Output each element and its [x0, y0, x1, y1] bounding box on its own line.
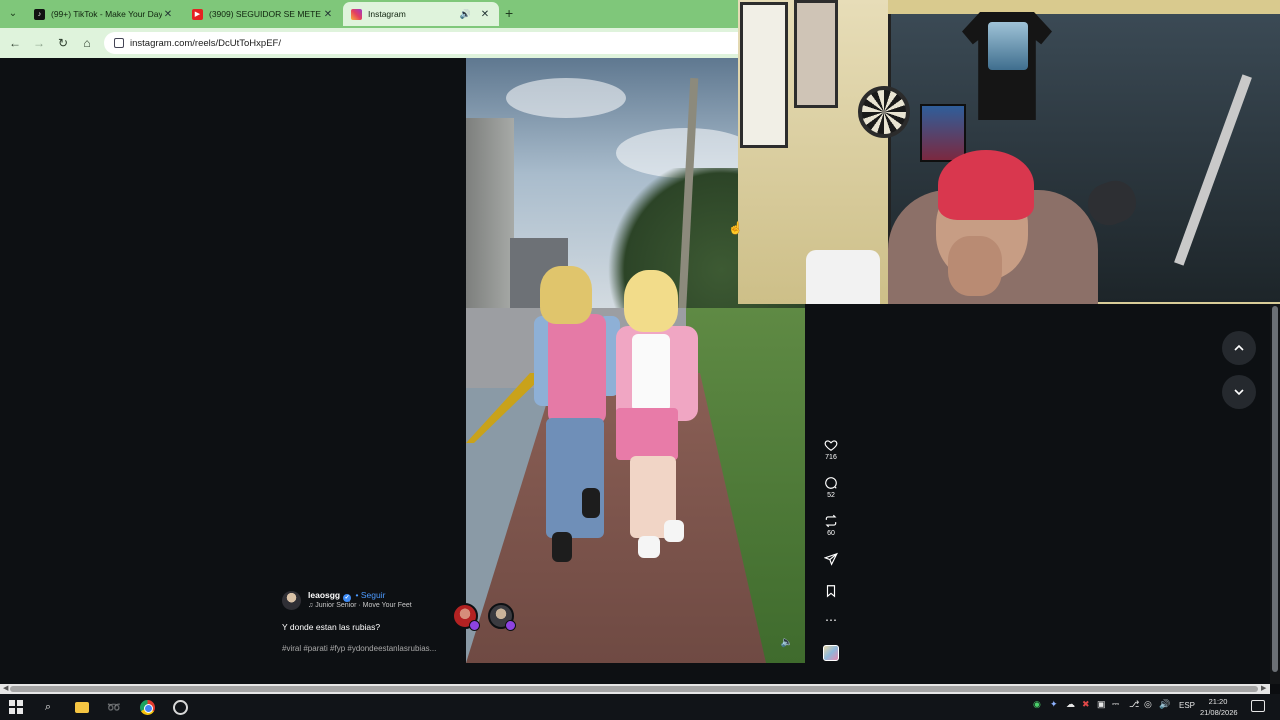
- webcam-overlay: [738, 0, 1280, 304]
- hashtags[interactable]: #viral #parati #fyp #ydondeestanlasrubia…: [282, 644, 436, 653]
- tab-youtube[interactable]: ▶ (3909) SEGUIDOR SE METE A LA ✕: [184, 2, 342, 26]
- comment-button[interactable]: 52: [816, 476, 846, 499]
- collab-badge-icon: [469, 620, 480, 631]
- collab-badge-icon: [505, 620, 516, 631]
- address-bar[interactable]: instagram.com/reels/DcUtToHxpEF/: [104, 32, 744, 54]
- reload-icon[interactable]: ↻: [55, 35, 71, 51]
- horizontal-scroll-thumb[interactable]: [10, 686, 1258, 692]
- tray-app-icon[interactable]: ✖: [1082, 699, 1090, 710]
- like-count: 716: [825, 454, 837, 461]
- mouse-cursor-icon: ☝: [728, 221, 743, 235]
- tab-title: Instagram: [368, 9, 406, 19]
- windows-icon: [9, 700, 23, 714]
- music-note-icon: ♫: [308, 602, 314, 609]
- comment-count: 52: [827, 492, 835, 499]
- red-cap: [938, 150, 1034, 220]
- previous-reel-button[interactable]: [1222, 331, 1256, 365]
- url-text: instagram.com/reels/DcUtToHxpEF/: [130, 37, 281, 49]
- comment-icon: [825, 477, 837, 489]
- audio-thumbnail[interactable]: [823, 645, 839, 661]
- clock-time: 21:20: [1208, 697, 1228, 706]
- tab-search-chevron-icon[interactable]: ⌄: [6, 7, 20, 21]
- tray-app-icon[interactable]: ◉: [1033, 699, 1041, 710]
- clock[interactable]: 21:20 21/08/2026: [1200, 696, 1238, 718]
- save-button[interactable]: [816, 584, 846, 598]
- volume-icon[interactable]: 🔊: [1159, 699, 1170, 710]
- framed-photo: [794, 0, 838, 108]
- vertical-scroll-thumb[interactable]: [1272, 306, 1278, 672]
- notification-icon[interactable]: [1251, 700, 1265, 712]
- close-tab-icon[interactable]: ✕: [162, 9, 174, 20]
- language-indicator[interactable]: ESP: [1179, 701, 1195, 710]
- tab-audio-icon[interactable]: 🔊: [460, 9, 471, 20]
- start-button[interactable]: [8, 699, 24, 715]
- obs-icon: [172, 699, 188, 715]
- tab-tiktok[interactable]: ♪ (99+) TikTok - Make Your Day ✕: [26, 2, 182, 26]
- browser-toolbar: ← → ↻ ⌂ instagram.com/reels/DcUtToHxpEF/: [0, 28, 744, 58]
- chevron-up-icon: [1234, 344, 1244, 351]
- next-reel-button[interactable]: [1222, 375, 1256, 409]
- dartboard: [858, 86, 910, 138]
- share-button[interactable]: [816, 552, 846, 566]
- chevron-down-icon: [1234, 389, 1244, 396]
- chrome-button[interactable]: [139, 699, 155, 715]
- audio-track[interactable]: Junior Senior · Move Your Feet: [315, 602, 412, 609]
- follow-button[interactable]: • Seguir: [356, 590, 386, 600]
- heart-icon: [824, 440, 838, 451]
- repost-button[interactable]: 60: [816, 514, 846, 537]
- search-icon[interactable]: ⌕: [40, 699, 56, 715]
- file-explorer-button[interactable]: [74, 699, 90, 715]
- close-tab-icon[interactable]: ✕: [479, 9, 491, 20]
- app-icon[interactable]: ➿: [106, 699, 122, 715]
- avatar[interactable]: [282, 591, 301, 610]
- scroll-right-icon[interactable]: ▶: [1261, 684, 1266, 694]
- scroll-left-icon[interactable]: ◀: [3, 684, 8, 694]
- network-icon[interactable]: ◎: [1144, 699, 1152, 710]
- send-icon: [824, 552, 838, 566]
- caption-text: Y donde estan las rubias?: [282, 622, 381, 632]
- microphone-icon[interactable]: ⎇: [1129, 699, 1139, 710]
- bookmark-icon: [826, 585, 836, 598]
- browser-tab-bar: ⌄ ♪ (99+) TikTok - Make Your Day ✕ ▶ (39…: [0, 0, 738, 28]
- more-options-icon[interactable]: ⋯: [816, 614, 846, 626]
- like-button[interactable]: 716: [816, 438, 846, 461]
- collaborator-avatars[interactable]: [452, 603, 522, 633]
- forward-icon[interactable]: →: [31, 35, 47, 51]
- tab-title: (3909) SEGUIDOR SE METE A LA: [209, 9, 322, 19]
- youtube-icon: ▶: [192, 8, 203, 20]
- tray-app-icon[interactable]: ☁: [1066, 699, 1075, 710]
- site-settings-icon[interactable]: [114, 38, 124, 48]
- back-icon[interactable]: ←: [7, 35, 23, 51]
- tiktok-icon: ♪: [34, 8, 45, 20]
- instagram-icon: [351, 8, 362, 20]
- chrome-icon: [139, 699, 155, 715]
- repost-count: 60: [827, 530, 835, 537]
- poster: [920, 104, 966, 162]
- verified-badge-icon: ✓: [343, 594, 352, 602]
- tab-instagram[interactable]: Instagram 🔊 ✕: [343, 2, 499, 26]
- obs-button[interactable]: [172, 699, 188, 715]
- framed-jersey: [740, 2, 788, 148]
- new-tab-button[interactable]: +: [505, 6, 513, 20]
- close-tab-icon[interactable]: ✕: [322, 9, 334, 20]
- tray-app-icon[interactable]: ▣: [1097, 699, 1106, 710]
- usb-icon[interactable]: ⎓: [1112, 699, 1119, 710]
- tray-app-icon[interactable]: ✦: [1050, 699, 1058, 710]
- repost-icon: [825, 514, 837, 528]
- username[interactable]: leaosgg: [308, 590, 340, 600]
- home-icon[interactable]: ⌂: [79, 35, 95, 51]
- volume-icon[interactable]: 🔈: [779, 635, 795, 651]
- clock-date: 21/08/2026: [1200, 708, 1238, 717]
- tab-title: (99+) TikTok - Make Your Day: [51, 9, 162, 19]
- folder-icon: [75, 701, 89, 713]
- taskbar: ⌕ ➿ ◉ ✦ ☁ ✖ ▣ ⎓ ⎇ ◎ 🔊 ESP 21:20 21/08/20…: [0, 694, 1280, 720]
